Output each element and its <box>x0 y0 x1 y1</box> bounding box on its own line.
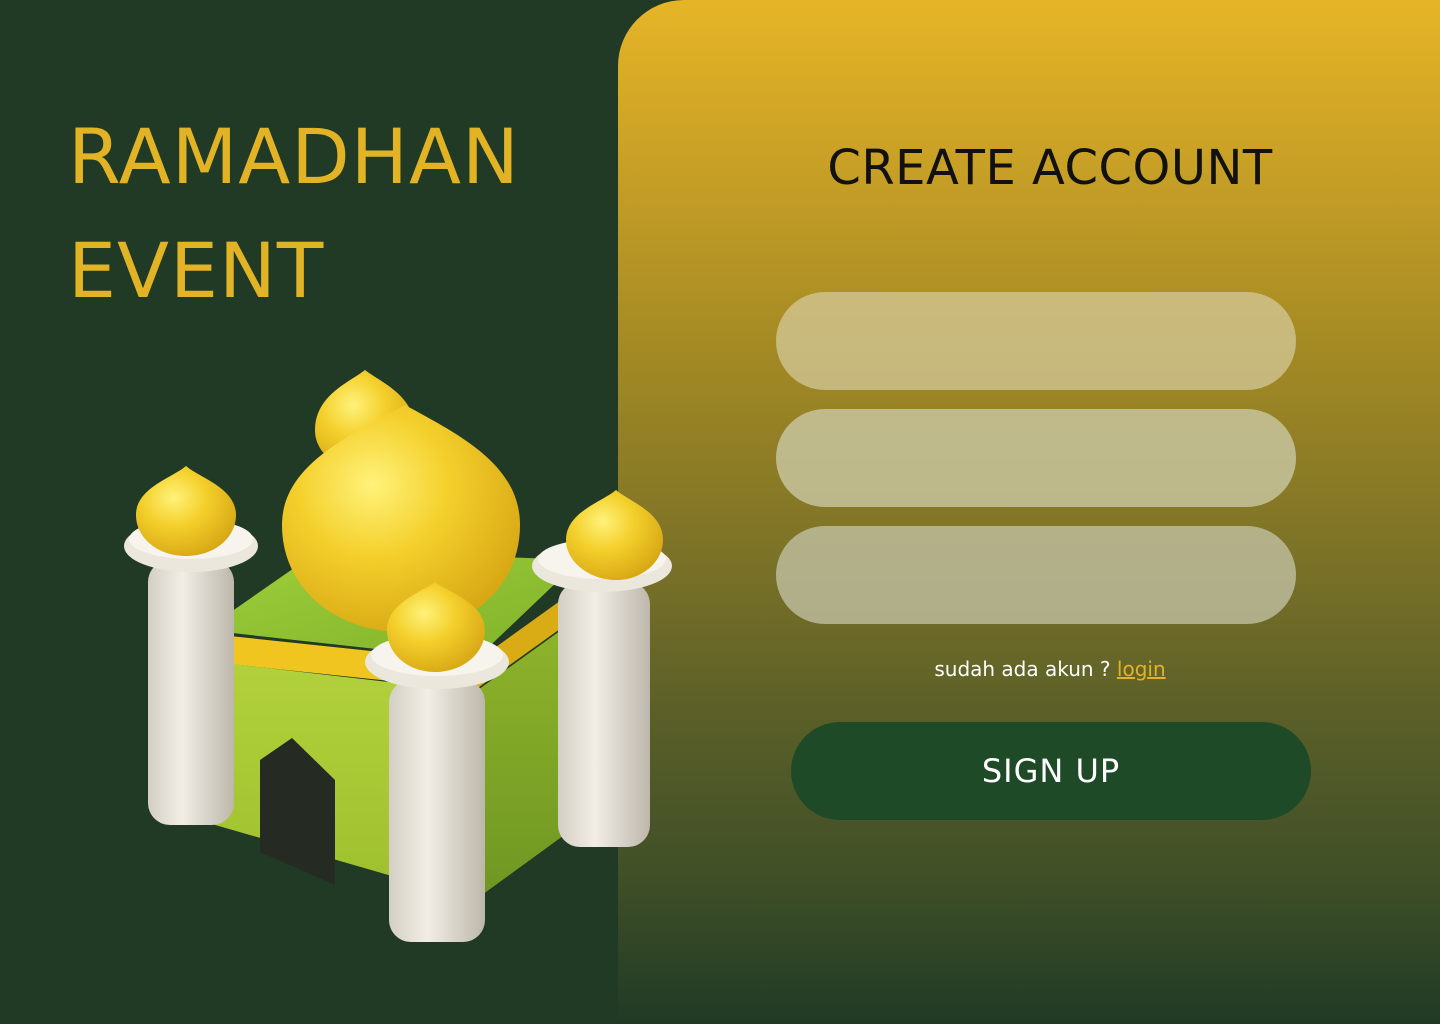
mosque-illustration <box>124 370 672 942</box>
signup-panel: CREATE ACCOUNT sudah ada akun ? login SI… <box>618 0 1440 1024</box>
login-prompt-line: sudah ada akun ? login <box>618 657 1440 681</box>
signup-field-1[interactable] <box>776 292 1296 390</box>
hero-title: RAMADHAN EVENT <box>68 100 520 328</box>
sign-up-button[interactable]: SIGN UP <box>791 722 1311 820</box>
hero-title-line-2: EVENT <box>68 226 325 315</box>
login-prompt-text: sudah ada akun ? <box>934 657 1111 681</box>
hero-title-line-1: RAMADHAN <box>68 112 520 201</box>
login-link[interactable]: login <box>1117 657 1166 681</box>
signup-field-2[interactable] <box>776 409 1296 507</box>
signup-field-3[interactable] <box>776 526 1296 624</box>
page: RAMADHAN EVENT CREATE ACCOUNT sudah ada … <box>0 0 1440 1024</box>
form-title: CREATE ACCOUNT <box>827 140 1273 196</box>
